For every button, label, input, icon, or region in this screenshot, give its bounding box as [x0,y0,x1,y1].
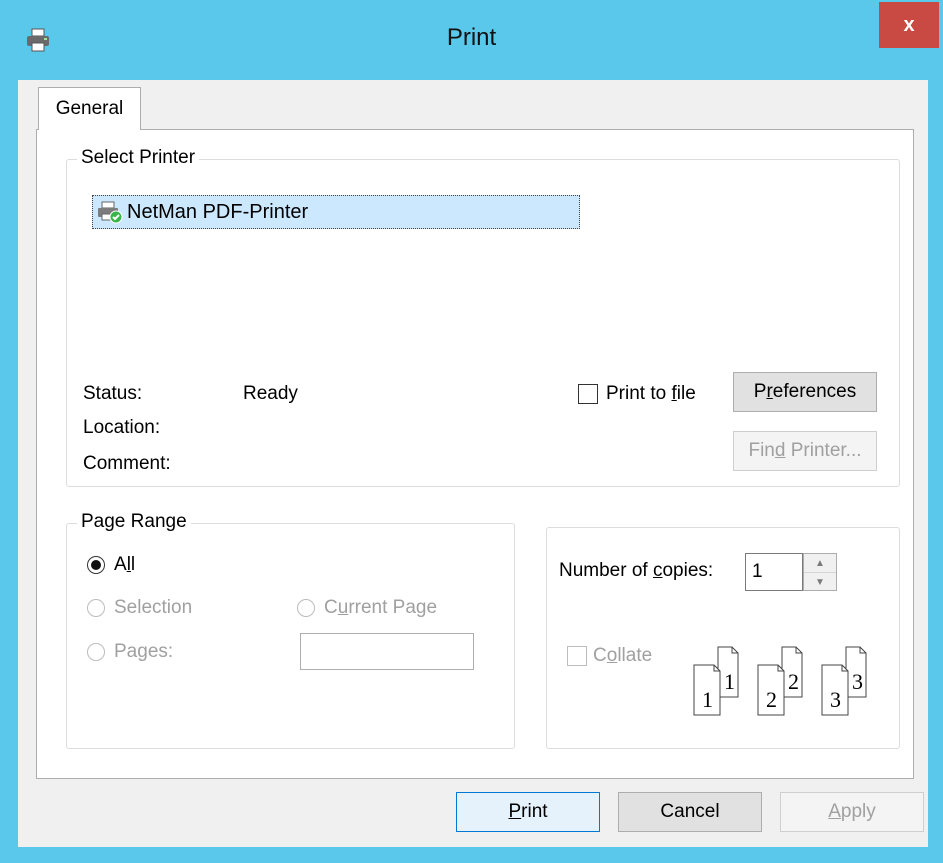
status-label: Status: [83,383,143,404]
radio-all-circle[interactable] [87,556,105,574]
printer-list[interactable]: NetMan PDF-Printer [92,195,580,230]
collate-label: Collate [593,645,653,666]
print-button[interactable]: Print [456,792,600,832]
select-printer-group: Select Printer NetMan PDF-Printer Status… [66,147,900,487]
preferences-button[interactable]: Preferences [733,372,877,412]
collate-number: 2 [788,669,799,694]
printer-default-icon [98,201,123,224]
copies-spinner[interactable]: ▲ ▼ [803,553,837,591]
cancel-button[interactable]: Cancel [618,792,762,832]
apply-button[interactable]: Apply [780,792,924,832]
spin-up-button[interactable]: ▲ [804,554,836,572]
radio-current-page[interactable]: Current Page [297,597,437,619]
tab-panel-general: Select Printer NetMan PDF-Printer Status… [36,129,914,779]
collate-number: 1 [702,687,713,712]
copies-group: Number of copies: 1 ▲ ▼ Collate 1 1 2 2 … [546,527,900,749]
collate-number: 1 [724,669,735,694]
select-printer-legend: Select Printer [77,147,200,169]
tab-general[interactable]: General [38,87,141,130]
radio-selection[interactable]: Selection [87,597,192,619]
preferences-label: Preferences [753,381,857,402]
location-label: Location: [83,417,161,438]
printer-item-netman-pdf[interactable]: NetMan PDF-Printer [92,195,580,229]
dialog-client-area: General Select Printer NetMan PDF-Printe… [18,80,928,847]
page-range-group: Page Range All Selection Current Page Pa… [66,511,515,749]
collate-box[interactable] [567,646,587,666]
radio-current-page-circle[interactable] [297,599,315,617]
page-range-legend: Page Range [77,511,191,533]
apply-label: Apply [828,801,876,822]
spin-down-button[interactable]: ▼ [804,572,836,591]
copies-label: Number of copies: [559,560,714,581]
tab-general-label: General [55,98,124,119]
radio-all[interactable]: All [87,554,135,576]
radio-pages-label: Pages: [114,641,174,662]
pages-input[interactable] [300,633,474,670]
cancel-label: Cancel [660,801,720,822]
find-printer-button[interactable]: Find Printer... [733,431,877,471]
radio-selection-label: Selection [114,597,193,618]
collate-pages-icon: 1 1 2 2 3 3 [693,646,867,716]
collate-number: 3 [852,669,863,694]
status-value: Ready [243,383,298,404]
window-title: Print [446,24,497,51]
radio-pages-circle[interactable] [87,643,105,661]
chevron-up-icon: ▲ [815,557,825,569]
print-to-file-label: Print to file [606,383,696,404]
printer-icon [27,28,49,52]
radio-selected-dot [91,560,101,570]
copies-input[interactable]: 1 [745,553,803,591]
radio-pages[interactable]: Pages: [87,641,173,663]
print-to-file-checkbox[interactable]: Print to file [578,383,696,405]
print-dialog-window: Print x General Select Printer NetMan PD… [0,0,943,863]
print-label: Print [508,801,548,822]
collate-checkbox[interactable]: Collate [567,645,652,667]
radio-current-page-label: Current Page [324,597,438,618]
print-to-file-box[interactable] [578,384,598,404]
title-bar[interactable]: Print x [0,0,943,80]
radio-all-label: All [114,554,136,575]
radio-selection-circle[interactable] [87,599,105,617]
close-icon: x [903,13,915,36]
collate-number: 2 [766,687,777,712]
close-button[interactable]: x [879,2,939,48]
printer-name: NetMan PDF-Printer [127,200,309,223]
find-printer-label: Find Printer... [748,440,862,461]
collate-number: 3 [830,687,841,712]
chevron-down-icon: ▼ [815,576,825,588]
comment-label: Comment: [83,453,171,474]
